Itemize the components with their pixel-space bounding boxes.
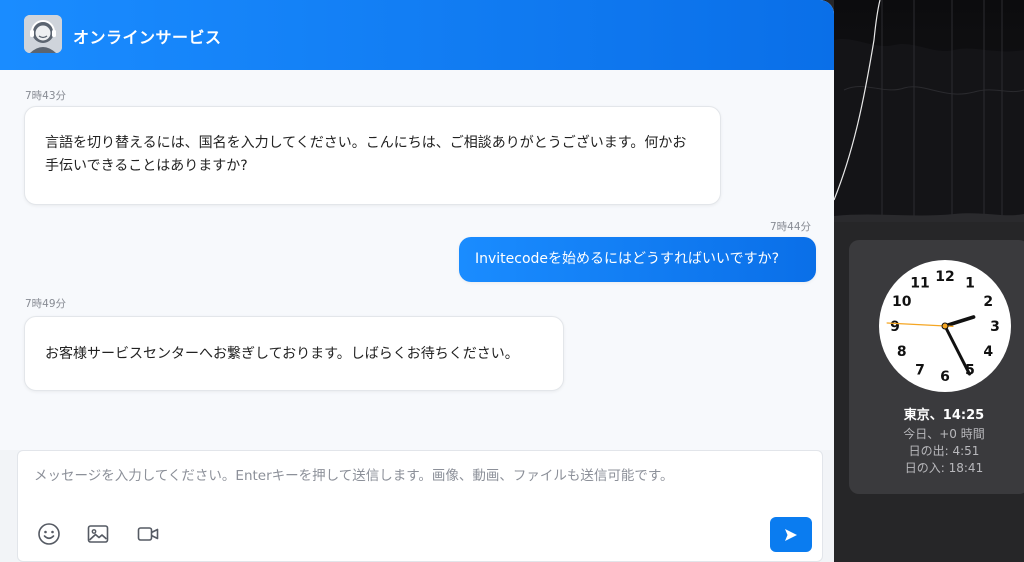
hour-hand bbox=[943, 315, 976, 328]
user-message-bubble: Invitecodeを始めるにはどうすればいいですか? bbox=[459, 237, 816, 282]
clock-numeral: 6 bbox=[940, 369, 950, 385]
emoji-button[interactable] bbox=[36, 521, 62, 547]
world-map-widget bbox=[834, 0, 1024, 222]
emoji-icon bbox=[38, 523, 60, 545]
image-upload-button[interactable] bbox=[85, 521, 111, 547]
clock-sunrise: 日の出: 4:51 bbox=[908, 444, 980, 458]
clock-center-pin bbox=[941, 322, 949, 330]
chat-header: オンラインサービス bbox=[0, 0, 834, 70]
clock-numeral: 9 bbox=[890, 319, 900, 335]
message-input[interactable] bbox=[18, 451, 808, 509]
chat-window: オンラインサービス 7時43分 言語を切り替えるには、国名を入力してください。こ… bbox=[0, 0, 834, 562]
clock-numeral: 2 bbox=[983, 294, 993, 310]
clock-numeral: 3 bbox=[990, 319, 1000, 335]
clock-numeral: 1 bbox=[965, 276, 975, 292]
agent-message-bubble: 言語を切り替えるには、国名を入力してください。こんにちは、ご相談ありがとうござい… bbox=[24, 106, 721, 205]
message-list[interactable]: 7時43分 言語を切り替えるには、国名を入力してください。こんにちは、ご相談あり… bbox=[0, 70, 834, 450]
agent-message-bubble: お客様サービスセンターへお繋ぎしております。しばらくお待ちください。 bbox=[24, 316, 564, 391]
message-timestamp: 7時49分 bbox=[25, 298, 67, 310]
clock-time-offset: 今日、+0 時間 bbox=[903, 427, 985, 441]
clock-numeral: 8 bbox=[897, 344, 907, 360]
clock-numeral: 7 bbox=[915, 362, 925, 378]
headset-agent-icon bbox=[24, 15, 62, 53]
send-icon bbox=[785, 528, 797, 541]
customer-support-avatar bbox=[24, 15, 62, 53]
clock-sunset: 日の入: 18:41 bbox=[904, 461, 984, 475]
image-icon bbox=[87, 525, 109, 543]
composer-area bbox=[0, 450, 834, 562]
clock-numeral: 12 bbox=[935, 269, 954, 285]
analog-clock-face: 12 1 2 3 4 5 6 7 8 9 10 11 bbox=[879, 260, 1011, 392]
video-upload-button[interactable] bbox=[135, 521, 161, 547]
minute-hand bbox=[943, 324, 971, 376]
clock-dial: 12 1234567891011 bbox=[886, 269, 1000, 385]
clock-numeral: 4 bbox=[983, 344, 993, 360]
clock-numeral: 10 bbox=[892, 294, 912, 310]
video-camera-icon bbox=[137, 527, 159, 541]
night-map-graphic bbox=[834, 0, 1024, 222]
composer-box bbox=[17, 450, 823, 562]
message-timestamp: 7時43分 bbox=[25, 90, 67, 102]
clock-city-time: 東京、14:25 bbox=[903, 408, 985, 423]
clock-numeral: 11 bbox=[910, 276, 929, 292]
world-clock-widget[interactable]: 12 1 2 3 4 5 6 7 8 9 10 11 東京、14:25 今日、+0 時間 日の出: 4… bbox=[849, 240, 1024, 494]
chat-title: オンラインサービス bbox=[73, 28, 222, 47]
send-button[interactable] bbox=[770, 517, 812, 552]
message-timestamp: 7時44分 bbox=[770, 221, 812, 233]
